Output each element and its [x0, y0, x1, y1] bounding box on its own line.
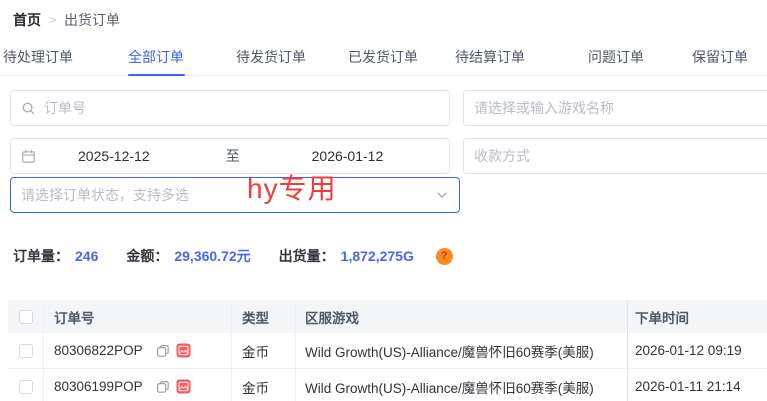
date-start-value[interactable]: 2025-12-12 — [78, 148, 150, 164]
date-range-separator: 至 — [226, 146, 240, 166]
tab-shipped-orders[interactable]: 已发货订单 — [348, 47, 418, 67]
header-order-time: 下单时间 — [627, 300, 767, 333]
orders-table: 订单号 类型 区服游戏 下单时间 80306822POP 金币 Wild Gro… — [8, 300, 767, 401]
copy-icon[interactable] — [156, 344, 170, 358]
order-number-input-wrap[interactable] — [10, 90, 450, 126]
order-count-label: 订单量： — [13, 246, 69, 266]
amount-label: 金额： — [126, 246, 168, 266]
order-tabs: 待处理订单 全部订单 待发货订单 已发货订单 待结算订单 问题订单 保留订单 — [0, 45, 767, 76]
help-question-icon[interactable]: ? — [436, 248, 453, 265]
server-game-value: Wild Growth(US)-Alliance/魔兽怀旧60赛季(美服) — [296, 333, 627, 368]
amount-value: 29,360.72元 — [174, 246, 250, 266]
breadcrumb-current: 出货订单 — [64, 10, 120, 30]
order-count-value: 246 — [75, 248, 98, 264]
tab-all-orders[interactable]: 全部订单 — [128, 47, 184, 67]
order-time-value: 2026-01-11 21:14 — [627, 369, 767, 401]
volume-value: 1,872,275G — [341, 248, 414, 264]
breadcrumb-separator: > — [49, 13, 56, 27]
screenshot-image-icon[interactable] — [176, 379, 191, 394]
volume-label: 出货量： — [279, 246, 335, 266]
order-type-value: 金币 — [232, 333, 296, 368]
copy-icon[interactable] — [156, 380, 170, 394]
header-type: 类型 — [232, 300, 296, 333]
game-name-input[interactable] — [474, 100, 767, 116]
order-management-page: 首页 > 出货订单 待处理订单 全部订单 待发货订单 已发货订单 待结算订单 问… — [0, 0, 767, 401]
chevron-down-icon[interactable] — [435, 188, 449, 202]
calendar-icon — [21, 149, 36, 164]
table-row[interactable]: 80306199POP 金币 Wild Growth(US)-Alliance/… — [8, 369, 767, 401]
row-checkbox[interactable] — [19, 344, 33, 358]
order-number-input[interactable] — [44, 100, 439, 116]
breadcrumb: 首页 > 出货订单 — [13, 10, 120, 30]
header-server-game: 区服游戏 — [296, 300, 627, 333]
select-all-checkbox[interactable] — [19, 310, 33, 324]
summary-stats-bar: 订单量： 246 金额： 29,360.72元 出货量： 1,872,275G … — [13, 246, 453, 266]
tab-to-ship-orders[interactable]: 待发货订单 — [236, 47, 306, 67]
game-name-input-wrap[interactable] — [463, 90, 767, 126]
payment-method-input[interactable] — [474, 148, 767, 164]
order-type-value: 金币 — [232, 369, 296, 401]
breadcrumb-home[interactable]: 首页 — [13, 10, 41, 30]
date-end-value[interactable]: 2026-01-12 — [312, 148, 384, 164]
screenshot-image-icon[interactable] — [176, 343, 191, 358]
header-order-number: 订单号 — [44, 300, 232, 333]
order-time-value: 2026-01-12 09:19 — [627, 333, 767, 368]
search-icon — [21, 101, 36, 116]
payment-method-select[interactable] — [463, 138, 767, 174]
order-number-value: 80306822POP — [54, 343, 143, 358]
tab-reserved-orders[interactable]: 保留订单 — [692, 47, 748, 67]
tab-problem-orders[interactable]: 问题订单 — [588, 47, 644, 67]
server-game-value: Wild Growth(US)-Alliance/魔兽怀旧60赛季(美服) — [296, 369, 627, 401]
order-status-multiselect[interactable]: 请选择订单状态，支持多选 — [10, 177, 460, 213]
table-header-row: 订单号 类型 区服游戏 下单时间 — [8, 300, 767, 333]
table-row[interactable]: 80306822POP 金币 Wild Growth(US)-Alliance/… — [8, 333, 767, 369]
date-range-picker[interactable]: 2025-12-12 至 2026-01-12 — [10, 138, 450, 174]
active-tab-underline — [128, 74, 185, 76]
tab-to-settle-orders[interactable]: 待结算订单 — [455, 47, 525, 67]
tab-pending-orders[interactable]: 待处理订单 — [3, 47, 73, 67]
order-number-value: 80306199POP — [54, 379, 143, 394]
row-checkbox[interactable] — [19, 380, 33, 394]
order-status-placeholder: 请选择订单状态，支持多选 — [21, 185, 435, 205]
